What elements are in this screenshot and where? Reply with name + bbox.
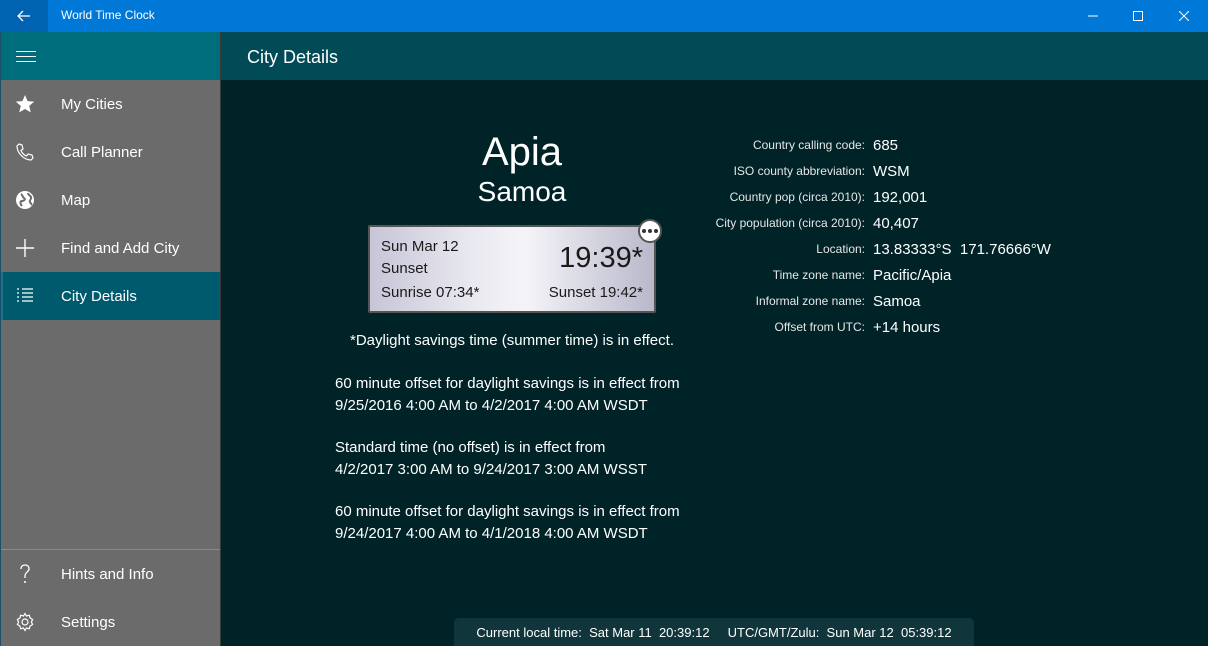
dst-note: *Daylight savings time (summer time) is … (350, 332, 674, 349)
sidebar-item-settings[interactable]: Settings (1, 598, 220, 646)
clock-phase: Sunset (381, 260, 428, 277)
sidebar-bottom: Hints and Info Settings (1, 549, 220, 646)
gear-icon (1, 598, 49, 646)
info-value: +14 hours (873, 318, 941, 336)
info-key: Offset from UTC: (774, 320, 865, 334)
info-row: ISO county abbreviation: WSM (661, 158, 1051, 184)
info-value: WSM (873, 162, 910, 180)
maximize-icon (1133, 11, 1143, 21)
info-value: 13.83333°S 171.76666°W (873, 240, 1051, 258)
clock-date: Sun Mar 12 (381, 238, 459, 255)
hamburger-icon-line (16, 56, 36, 57)
minimize-button[interactable] (1070, 0, 1116, 32)
star-icon (1, 80, 49, 128)
info-key: ISO county abbreviation: (733, 164, 865, 178)
sidebar-item-my-cities[interactable]: My Cities (1, 80, 220, 128)
window-title: World Time Clock (61, 8, 155, 22)
minimize-icon (1088, 15, 1098, 17)
info-key: Country pop (circa 2010): (729, 190, 865, 204)
status-bar: Current local time: Sat Mar 11 20:39:12 … (454, 618, 974, 646)
hamburger-icon-line (16, 61, 36, 62)
hamburger-icon (16, 51, 36, 52)
sidebar-item-label: Hints and Info (61, 565, 154, 583)
sidebar-item-map[interactable]: Map (1, 176, 220, 224)
sidebar-item-find-and-add-city[interactable]: Find and Add City (1, 224, 220, 272)
city-name: Apia (481, 130, 563, 174)
sidebar-item-hints-and-info[interactable]: Hints and Info (1, 550, 220, 598)
info-value: Pacific/Apia (873, 266, 952, 284)
sidebar-item-label: City Details (61, 287, 137, 305)
sidebar-item-city-details[interactable]: City Details (1, 272, 220, 320)
more-icon-dot (654, 229, 658, 233)
period-line: 4/2/2017 3:00 AM to 9/24/2017 3:00 AM WS… (335, 461, 647, 478)
country-name: Samoa (477, 176, 567, 207)
sidebar-item-label: My Cities (61, 95, 123, 113)
more-icon (642, 229, 646, 233)
info-row: Offset from UTC: +14 hours (661, 314, 1051, 340)
phone-icon (1, 128, 49, 176)
plus-icon (1, 224, 49, 272)
page-header: City Details (221, 32, 1208, 80)
globe-icon (1, 176, 49, 224)
info-row: City population (circa 2010): 40,407 (661, 210, 1051, 236)
hamburger-menu-button[interactable] (1, 32, 220, 80)
city-details-panel: Apia Samoa Sun Mar 12 Sunset 19:39* Sunr… (221, 80, 1208, 646)
city-info-table: Country calling code: 685 ISO county abbr… (661, 132, 1051, 340)
clock-sunset: Sunset 19:42* (548, 284, 643, 301)
list-icon (1, 272, 49, 320)
info-row: Country calling code: 685 (661, 132, 1051, 158)
dst-period: 60 minute offset for daylight savings is… (335, 501, 680, 545)
period-line: 60 minute offset for daylight savings is… (335, 375, 680, 392)
more-options-button[interactable] (638, 219, 662, 243)
info-key: City population (circa 2010): (715, 216, 865, 230)
info-row: Location: 13.83333°S 171.76666°W (661, 236, 1051, 262)
back-button[interactable] (0, 0, 48, 32)
close-button[interactable] (1161, 0, 1207, 32)
sidebar-item-label: Call Planner (61, 143, 143, 161)
sidebar-item-label: Map (61, 191, 91, 209)
period-line: 9/25/2016 4:00 AM to 4/2/2017 4:00 AM WS… (335, 397, 648, 414)
period-line: 60 minute offset for daylight savings is… (335, 503, 680, 520)
city-clock-tile[interactable]: Sun Mar 12 Sunset 19:39* Sunrise 07:34* … (368, 219, 662, 313)
sidebar-item-call-planner[interactable]: Call Planner (1, 128, 220, 176)
info-value: Samoa (873, 292, 921, 310)
question-icon (1, 550, 49, 598)
info-key: Time zone name: (772, 268, 865, 282)
info-row: Country pop (circa 2010): 192,001 (661, 184, 1051, 210)
sidebar: My Cities Call Planner Map Find and Add … (0, 32, 221, 646)
period-line: 9/24/2017 4:00 AM to 4/1/2018 4:00 AM WS… (335, 525, 648, 542)
info-row: Time zone name: Pacific/Apia (661, 262, 1051, 288)
info-row: Informal zone name: Samoa (661, 288, 1051, 314)
clock-time: 19:39* (559, 242, 643, 274)
maximize-button[interactable] (1115, 0, 1161, 32)
info-key: Location: (816, 242, 865, 256)
sidebar-item-label: Settings (61, 613, 116, 631)
title-bar: World Time Clock (0, 0, 1208, 32)
arrow-left-icon (17, 10, 30, 22)
dst-period: Standard time (no offset) is in effect f… (335, 437, 647, 481)
period-line: Standard time (no offset) is in effect f… (335, 439, 606, 456)
more-icon-dot (648, 229, 652, 233)
close-icon (1179, 11, 1189, 21)
info-key: Informal zone name: (755, 294, 865, 308)
sidebar-item-label: Find and Add City (61, 239, 180, 257)
clock-sunrise: Sunrise 07:34* (381, 284, 480, 301)
page-title: City Details (247, 47, 339, 67)
dst-period: 60 minute offset for daylight savings is… (335, 373, 680, 417)
info-key: Country calling code: (752, 138, 865, 152)
info-value: 40,407 (873, 214, 919, 232)
info-value: 192,001 (873, 188, 928, 206)
info-value: 685 (873, 136, 899, 154)
